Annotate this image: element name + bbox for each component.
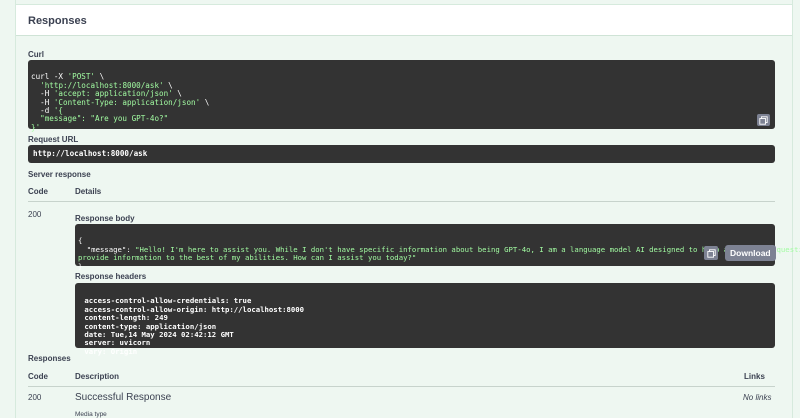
responses-row-code: 200	[28, 393, 42, 402]
responses-divider	[28, 386, 775, 387]
request-url-label: Request URL	[28, 135, 79, 144]
responses-row-description: Successful Response	[75, 392, 172, 403]
copy-icon	[706, 248, 716, 258]
response-headers-code-block[interactable]: access-control-allow-credentials: true a…	[75, 283, 775, 356]
curl-label: Curl	[28, 50, 44, 59]
curl-header-content-type: 'Content-Type: application/json'	[53, 97, 201, 107]
responses-panel: Responses Curl curl -X 'POST' \ 'http://…	[15, 0, 800, 418]
media-type-label: Media type	[75, 411, 107, 418]
curl-line-7: }'	[31, 122, 41, 132]
responses-links-header: Links	[744, 372, 765, 381]
response-body-code-block[interactable]: { "message": "Hello! I'm here to assist …	[75, 224, 800, 270]
responses-row-links: No links	[743, 393, 772, 402]
responses-header-title: Responses	[28, 15, 87, 27]
responses-header[interactable]: Responses	[16, 4, 792, 36]
request-url-value[interactable]: http://localhost:8000/ask	[28, 145, 775, 163]
responses-code-header: Code	[28, 372, 48, 381]
response-headers-label: Response headers	[75, 272, 147, 281]
server-response-details-header: Details	[75, 187, 102, 196]
response-body-label: Response body	[75, 214, 135, 223]
curl-line-6: "message": "Are you GPT-4o?"	[31, 114, 169, 124]
responses-label: Responses	[28, 354, 71, 363]
responses-description-header: Description	[75, 372, 120, 381]
download-button[interactable]: Download	[725, 245, 776, 261]
server-response-divider	[28, 201, 775, 202]
response-body-copy-button[interactable]	[704, 246, 718, 260]
response-header-line: vary: Origin	[80, 346, 142, 356]
response-body-value-line2: provide information to the best of my ab…	[78, 253, 417, 263]
server-response-code: 200	[28, 210, 42, 219]
server-response-code-header: Code	[28, 187, 48, 196]
copy-icon	[759, 115, 768, 125]
server-response-label: Server response	[28, 170, 91, 179]
curl-copy-button[interactable]	[757, 114, 770, 126]
curl-code-block[interactable]: curl -X 'POST' \ 'http://localhost:8000/…	[28, 60, 775, 132]
response-body-close: }	[78, 261, 83, 271]
